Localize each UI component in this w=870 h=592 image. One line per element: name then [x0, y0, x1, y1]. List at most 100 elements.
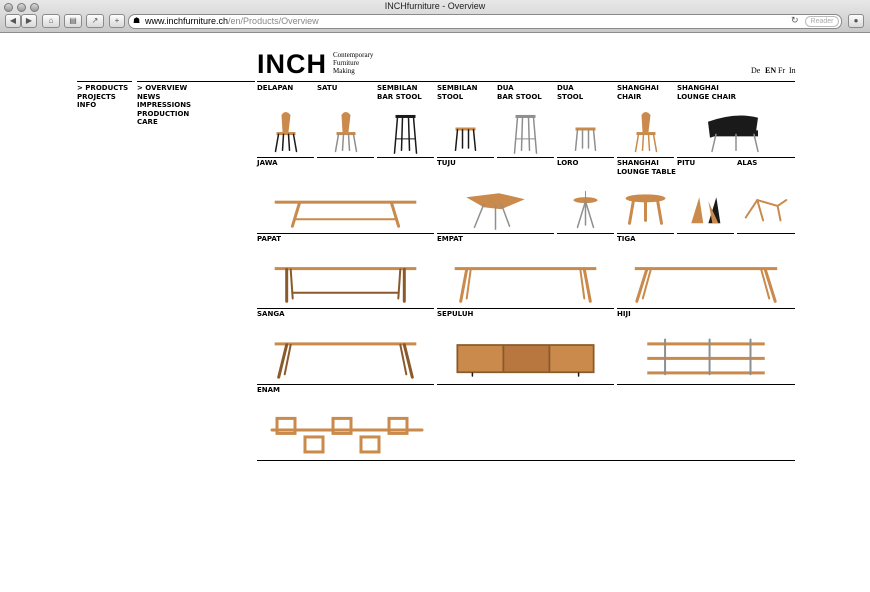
nav-info[interactable]: INFO	[77, 101, 128, 110]
tagline-line: Making	[333, 67, 355, 75]
product-tile[interactable]: SEMBILAN BAR STOOL	[377, 83, 434, 158]
plus-icon: +	[114, 16, 120, 25]
product-name: JAWA	[257, 159, 278, 167]
reload-icon[interactable]: ↻	[791, 15, 799, 26]
product-tile[interactable]: PITU	[677, 158, 734, 234]
url-path: /en/Products/Overview	[228, 16, 319, 26]
product-name: ALAS	[737, 159, 758, 167]
product-tile[interactable]: ENAM	[257, 385, 795, 461]
url-text: www.inchfurniture.ch/en/Products/Overvie…	[145, 16, 319, 26]
product-name: SANGA	[257, 310, 285, 318]
table-icon	[274, 342, 417, 379]
product-tile[interactable]: LORO	[557, 158, 614, 234]
tagline-line: Contemporary	[333, 51, 374, 59]
back-arrow-icon: ◀	[9, 16, 17, 25]
bar-stool-icon	[393, 114, 418, 154]
site-icon: ☗	[133, 16, 141, 25]
print-button[interactable]: ▤	[64, 14, 82, 28]
table-icon	[274, 267, 417, 303]
product-name: DELAPAN	[257, 84, 294, 92]
product-tile[interactable]: EMPAT	[437, 234, 614, 309]
nav-divider	[257, 81, 795, 82]
nav-divider	[77, 81, 132, 82]
lang-in[interactable]: In	[789, 66, 796, 75]
lang-en[interactable]: EN	[765, 66, 776, 75]
forward-button[interactable]: ▶	[21, 14, 37, 28]
address-bar[interactable]: ☗ www.inchfurniture.ch/en/Products/Overv…	[128, 14, 842, 29]
table-icon	[454, 267, 597, 303]
product-name: SEPULUH	[437, 310, 474, 318]
nav-projects[interactable]: PROJECTS	[77, 93, 128, 102]
product-tile[interactable]: SANGA	[257, 309, 434, 385]
lounge-chair-icon	[708, 115, 759, 153]
product-name: ENAM	[257, 386, 281, 394]
product-tile[interactable]: SEPULUH	[437, 309, 614, 385]
product-tile[interactable]: ALAS	[737, 158, 795, 234]
add-bookmark-button[interactable]: +	[109, 14, 125, 28]
product-tile[interactable]: DUA STOOL	[557, 83, 614, 158]
chair-icon	[634, 111, 658, 153]
forward-arrow-icon: ▶	[25, 16, 33, 25]
wall-shelf-icon	[270, 416, 424, 454]
back-button[interactable]: ◀	[5, 14, 21, 28]
shelf-icon	[647, 338, 765, 376]
side-table-icon	[466, 193, 525, 230]
product-tile[interactable]: SATU	[317, 83, 374, 158]
chair-icon	[334, 111, 358, 153]
downloads-icon: ●	[853, 16, 859, 25]
product-tile[interactable]: SHANGHAI LOUNGE CHAIR	[677, 83, 795, 158]
product-tile[interactable]: SEMBILAN STOOL	[437, 83, 494, 158]
nav-products[interactable]: > PRODUCTS	[77, 84, 128, 93]
print-icon: ▤	[69, 16, 77, 25]
product-name: PITU	[677, 159, 696, 167]
lounge-table-icon	[625, 194, 666, 225]
product-tile[interactable]: SHANGHAI LOUNGE TABLE	[617, 158, 676, 234]
stool-icon	[454, 127, 477, 152]
product-tile[interactable]: DUA BAR STOOL	[497, 83, 554, 158]
product-name: HIJI	[617, 310, 631, 318]
product-tile[interactable]: TIGA	[617, 234, 795, 309]
product-tile[interactable]: SHANGHAI CHAIR	[617, 83, 674, 158]
product-tile[interactable]: TUJU	[437, 158, 554, 234]
bookend-icon	[691, 197, 721, 224]
round-table-icon	[573, 190, 598, 229]
home-icon: ⌂	[48, 16, 54, 25]
tagline-line: Furniture	[333, 59, 360, 67]
nav-impressions[interactable]: IMPRESSIONS	[137, 101, 191, 110]
nav-divider	[137, 81, 255, 82]
window-title: INCHfurniture - Overview	[384, 1, 486, 11]
site-tagline: Contemporary Furniture Making	[333, 51, 393, 75]
nav-care[interactable]: CARE	[137, 118, 191, 127]
url-host: www.inchfurniture.ch	[145, 16, 229, 26]
site-logo[interactable]: INCH	[257, 50, 327, 78]
product-name: EMPAT	[437, 235, 463, 243]
lang-de[interactable]: De	[751, 66, 760, 75]
product-name: TUJU	[437, 159, 456, 167]
reader-button[interactable]: Reader	[805, 16, 839, 27]
product-name: PAPAT	[257, 235, 282, 243]
product-name: TIGA	[617, 235, 636, 243]
bar-stool-icon	[513, 114, 538, 154]
bench-icon	[274, 200, 417, 228]
downloads-button[interactable]: ●	[848, 14, 864, 28]
stool-icon	[574, 127, 597, 152]
product-name: LORO	[557, 159, 579, 167]
main-nav: > PRODUCTS PROJECTS INFO	[77, 84, 128, 110]
product-tile[interactable]: DELAPAN	[257, 83, 314, 158]
chair-icon	[274, 111, 298, 153]
nav-overview[interactable]: > OVERVIEW	[137, 84, 191, 93]
product-name: SATU	[317, 84, 338, 92]
browser-toolbar: INCHfurniture - Overview ◀ ▶ ⌂ ▤ ↗ + ☗ w…	[0, 0, 870, 33]
product-tile[interactable]: HIJI	[617, 309, 795, 385]
home-button[interactable]: ⌂	[42, 14, 60, 28]
sub-nav: > OVERVIEW NEWS IMPRESSIONS PRODUCTION C…	[137, 84, 191, 127]
nav-production[interactable]: PRODUCTION	[137, 110, 191, 119]
lang-fr[interactable]: Fr	[778, 66, 785, 75]
product-tile[interactable]: JAWA	[257, 158, 434, 234]
product-tile[interactable]: PAPAT	[257, 234, 434, 309]
trestle-icon	[744, 199, 788, 222]
share-button[interactable]: ↗	[86, 14, 104, 28]
nav-news[interactable]: NEWS	[137, 93, 191, 102]
table-icon	[634, 267, 778, 303]
sideboard-icon	[456, 344, 595, 377]
